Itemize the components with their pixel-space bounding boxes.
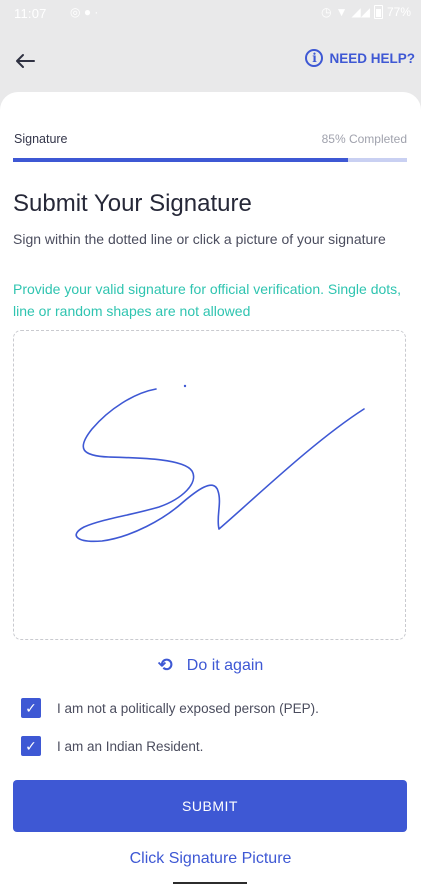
system-icons: ◷ ▼ ◢◢ 77%	[321, 5, 411, 19]
need-help-label: NEED HELP?	[329, 50, 415, 66]
status-bar: 11:07 ◎ ● · ◷ ▼ ◢◢ 77%	[0, 0, 421, 28]
status-time: 11:07	[14, 6, 47, 21]
page-title: Submit Your Signature	[13, 190, 252, 217]
click-signature-picture-link[interactable]: Click Signature Picture	[0, 850, 421, 868]
wifi-icon: ▼	[335, 5, 348, 19]
back-button[interactable]	[12, 48, 38, 74]
signal-icon: ◢◢	[351, 5, 370, 19]
battery-icon	[373, 5, 383, 19]
progress-percent: 85% Completed	[321, 132, 407, 146]
submit-button[interactable]: SUBMIT	[13, 780, 407, 832]
do-it-again-button[interactable]: ⟲ Do it again	[0, 655, 421, 676]
arrow-left-icon	[16, 54, 35, 68]
page-subtitle: Sign within the dotted line or click a p…	[13, 231, 386, 247]
signature-notice: Provide your valid signature for officia…	[13, 281, 402, 319]
signature-drawing	[75, 384, 365, 543]
do-it-again-label: Do it again	[186, 656, 264, 674]
top-bar: i NEED HELP?	[0, 28, 421, 92]
notification-icons: ◎ ● ·	[70, 5, 98, 19]
home-indicator	[173, 882, 247, 884]
pep-checkbox-label: I am not a politically exposed person (P…	[57, 700, 319, 716]
progress-bar	[13, 158, 407, 162]
whatsapp-icon: ◎	[70, 5, 81, 19]
resident-checkbox[interactable]: ✓	[21, 736, 41, 756]
pep-checkbox[interactable]: ✓	[21, 698, 41, 718]
info-icon: i	[305, 49, 324, 67]
progress-bar-fill	[13, 158, 348, 162]
check-icon: ✓	[25, 737, 37, 754]
dot-icon: ·	[94, 5, 99, 19]
signature-card: Signature 85% Completed Submit Your Sign…	[0, 92, 421, 886]
need-help-button[interactable]: i NEED HELP?	[305, 49, 415, 67]
battery-percent: 77%	[386, 5, 411, 19]
chat-icon: ●	[83, 5, 92, 19]
resident-checkbox-label: I am an Indian Resident.	[57, 738, 204, 754]
progress-label: Signature	[14, 132, 68, 146]
resident-checkbox-row[interactable]: ✓ I am an Indian Resident.	[21, 736, 203, 756]
alarm-icon: ◷	[321, 5, 332, 19]
signature-pad[interactable]	[13, 330, 406, 640]
refresh-icon: ⟲	[157, 655, 173, 675]
check-icon: ✓	[25, 699, 37, 716]
pep-checkbox-row[interactable]: ✓ I am not a politically exposed person …	[21, 698, 319, 718]
